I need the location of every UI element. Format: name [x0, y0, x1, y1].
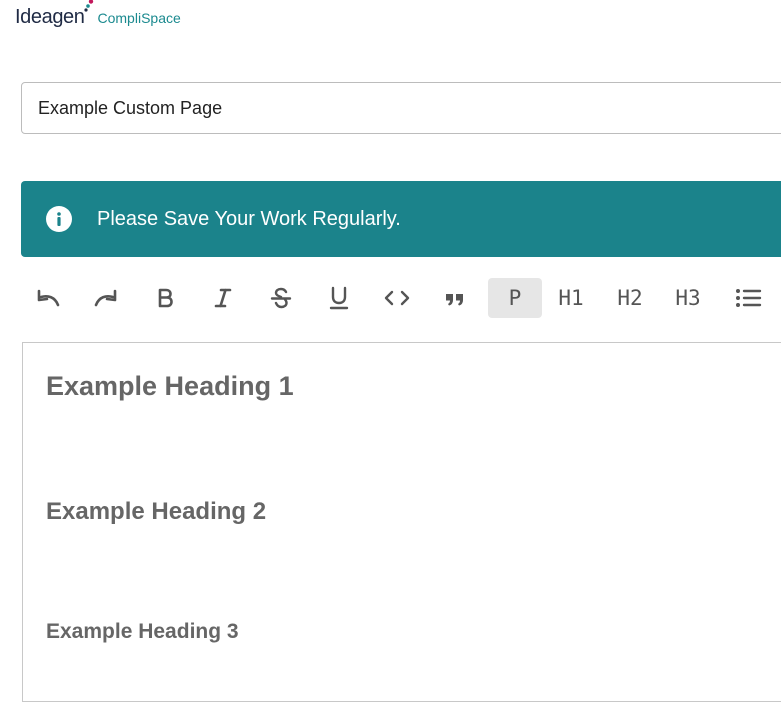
code-icon	[384, 290, 410, 306]
logo-mark-icon	[83, 0, 94, 13]
heading1-button[interactable]: H1	[544, 278, 598, 318]
heading2-label: H2	[617, 286, 643, 310]
paragraph-button[interactable]: P	[488, 278, 542, 318]
page-title-input[interactable]	[21, 82, 781, 134]
heading3-button[interactable]: H3	[661, 278, 715, 318]
logo: Ideagen CompliSpace	[15, 0, 181, 36]
underline-icon	[329, 286, 349, 310]
editor-heading-3: Example Heading 3	[46, 620, 239, 643]
editor-toolbar: P H1 H2 H3	[21, 277, 781, 320]
redo-button[interactable]	[79, 278, 133, 318]
save-reminder-banner: Please Save Your Work Regularly.	[21, 181, 781, 257]
logo-product: CompliSpace	[97, 10, 181, 26]
rich-text-editor[interactable]: Example Heading 1 Example Heading 2 Exam…	[22, 342, 781, 702]
bullet-list-button[interactable]	[721, 278, 775, 318]
italic-button[interactable]	[196, 278, 250, 318]
underline-button[interactable]	[312, 278, 366, 318]
paragraph-label: P	[508, 286, 522, 310]
code-button[interactable]	[370, 278, 424, 318]
heading3-label: H3	[675, 286, 701, 310]
strikethrough-button[interactable]	[254, 278, 308, 318]
editor-heading-1: Example Heading 1	[46, 371, 294, 401]
bold-button[interactable]	[138, 278, 192, 318]
banner-message: Please Save Your Work Regularly.	[97, 207, 401, 230]
info-icon	[46, 206, 72, 232]
heading1-label: H1	[558, 286, 584, 310]
blockquote-button[interactable]	[428, 278, 482, 318]
undo-button[interactable]	[21, 278, 75, 318]
italic-icon	[214, 288, 232, 308]
redo-icon	[94, 289, 117, 307]
bullet-list-icon	[736, 289, 762, 307]
undo-icon	[37, 289, 60, 307]
heading2-button[interactable]: H2	[603, 278, 657, 318]
editor-heading-2: Example Heading 2	[46, 498, 267, 525]
strikethrough-icon	[270, 287, 292, 309]
bold-icon	[158, 288, 173, 308]
logo-brand: Ideagen	[15, 6, 85, 28]
blockquote-icon	[446, 294, 463, 306]
